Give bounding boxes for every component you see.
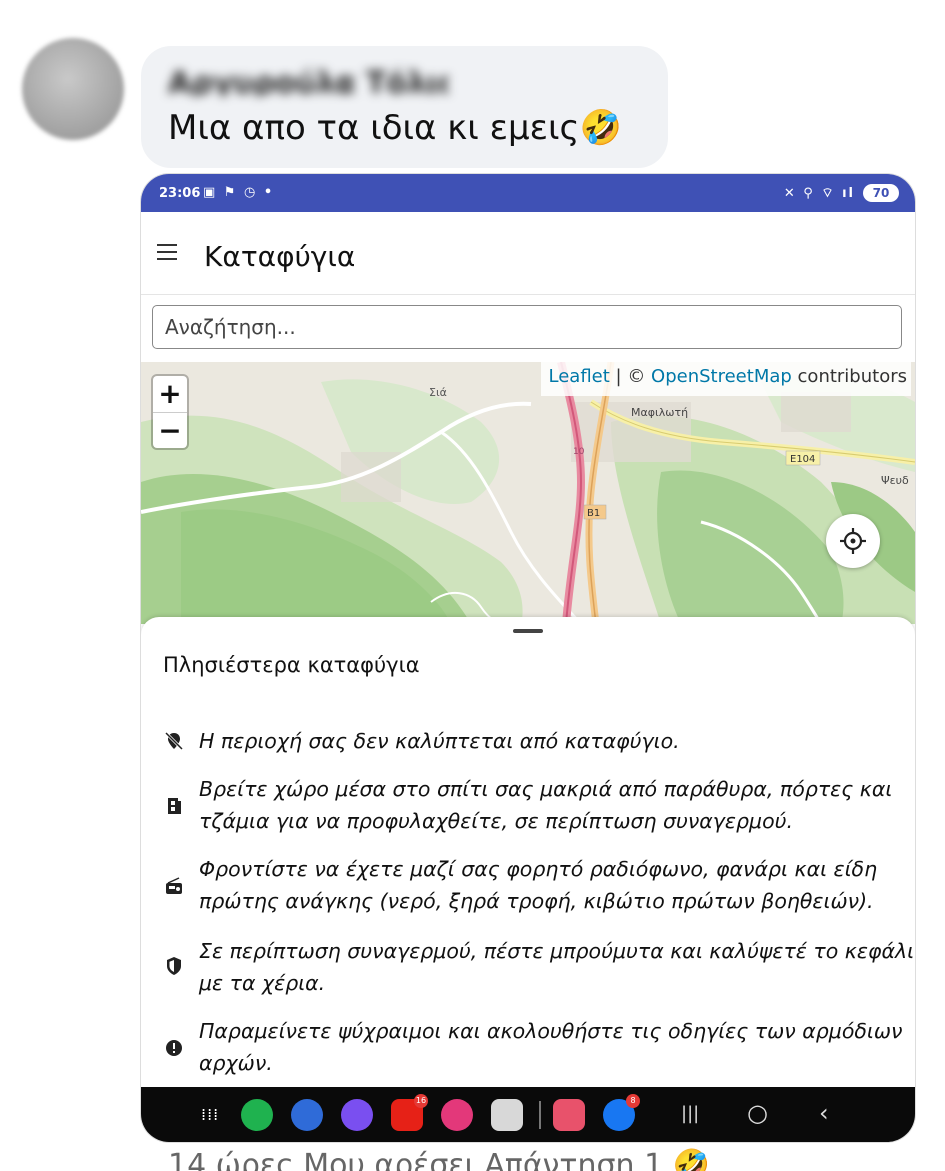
commenter-avatar[interactable] (22, 38, 124, 140)
info-text: Παραμείνετε ψύχραιμοι και ακολουθήστε τι… (199, 1019, 903, 1075)
osm-link[interactable]: OpenStreetMap (651, 366, 792, 387)
nav-separator (539, 1101, 541, 1129)
shield-icon (167, 957, 181, 975)
alert-icon (166, 1040, 182, 1056)
crosshair-icon (840, 528, 866, 554)
recents-button[interactable]: ||| (681, 1103, 699, 1124)
door-icon (168, 798, 181, 814)
app-drawer-icon[interactable]: ⁞⁞⁞ (201, 1105, 219, 1124)
camera-app-icon[interactable] (491, 1099, 523, 1131)
status-bar: 23:06 ▣ ⚑ ◷ • ✕ ⚲ ⌔ ıl 70 (141, 174, 915, 212)
battery-icon: 70 (863, 184, 899, 202)
map-label-10: 10 (573, 447, 585, 457)
sheet-drag-handle[interactable] (513, 629, 543, 633)
back-button[interactable]: ‹ (819, 1099, 829, 1127)
messages-app-icon[interactable] (291, 1099, 323, 1131)
map-tiles: Σιά Μαφιλωτή E104 B1 10 Ψευδ (141, 362, 915, 624)
search-input[interactable] (152, 305, 902, 349)
map-label-pseud: Ψευδ (881, 474, 909, 487)
map-view[interactable]: Σιά Μαφιλωτή E104 B1 10 Ψευδ Leaflet | ©… (141, 362, 915, 624)
facebook-app-icon[interactable]: 8 (603, 1094, 640, 1131)
attribution-contributors: contributors (791, 366, 907, 387)
radio-icon (166, 877, 182, 894)
map-attribution: Leaflet | © OpenStreetMap contributors (540, 362, 911, 396)
hamburger-menu-icon[interactable] (157, 244, 177, 260)
comment-bubble (141, 46, 668, 168)
youtube-app-icon[interactable]: 16 (391, 1094, 428, 1131)
bottom-sheet[interactable]: Πλησιέστερα καταφύγια Η περιοχή σας δεν … (141, 617, 915, 1087)
phone-screenshot: 23:06 ▣ ⚑ ◷ • ✕ ⚲ ⌔ ıl 70 Καταφύγια Αναζ… (141, 174, 915, 1142)
home-button[interactable]: ○ (747, 1099, 768, 1127)
status-signal-icons: ✕ ⚲ ⌔ ıl (783, 186, 855, 201)
zoom-control: + − (153, 376, 187, 448)
leaflet-link[interactable]: Leaflet (549, 366, 610, 387)
status-time: 23:06 (159, 186, 201, 201)
info-text: Η περιοχή σας δεν καλύπτεται από καταφύγ… (199, 729, 680, 753)
map-label-b1: B1 (587, 508, 600, 519)
map-label-sia: Σιά (429, 386, 447, 399)
status-notification-icons: ▣ ⚑ ◷ • (203, 185, 275, 200)
android-nav-bar: ⁞⁞⁞ 16 8 ||| ○ ‹ (141, 1087, 915, 1142)
map-label-e104: E104 (790, 454, 815, 465)
locate-me-button[interactable] (826, 514, 880, 568)
zoom-out-button[interactable]: − (153, 413, 187, 449)
comment-author-name[interactable]: Αργυρούλα Τόλιου (168, 66, 448, 96)
info-text: Σε περίπτωση συναγερμού, πέστε μπρούμυτα… (199, 939, 915, 995)
app-bar: Καταφύγια (141, 212, 915, 295)
attribution-separator: | © (609, 366, 652, 387)
map-label-mafiloti: Μαφιλωτή (631, 406, 688, 419)
zoom-in-button[interactable]: + (153, 376, 187, 413)
comment-message: Μια απο τα ιδια κι εμεις🤣 (168, 108, 622, 148)
health-app-icon[interactable] (553, 1099, 585, 1131)
gallery-app-icon[interactable] (441, 1099, 473, 1131)
facebook-badge: 8 (626, 1094, 640, 1108)
page-title: Καταφύγια (204, 240, 356, 273)
phone-app-icon[interactable] (241, 1099, 273, 1131)
info-text: Βρείτε χώρο μέσα στο σπίτι σας μακριά απ… (199, 777, 893, 833)
location-off-icon (164, 731, 184, 751)
sheet-title: Πλησιέστερα καταφύγια (163, 653, 420, 677)
youtube-badge: 16 (414, 1094, 428, 1108)
internet-app-icon[interactable] (341, 1099, 373, 1131)
info-text: Φροντίστε να έχετε μαζί σας φορητό ραδιό… (199, 857, 878, 913)
comment-footer: 14 ώρες Μου αρέσει Απάντηση 1 🤣 (168, 1148, 711, 1171)
